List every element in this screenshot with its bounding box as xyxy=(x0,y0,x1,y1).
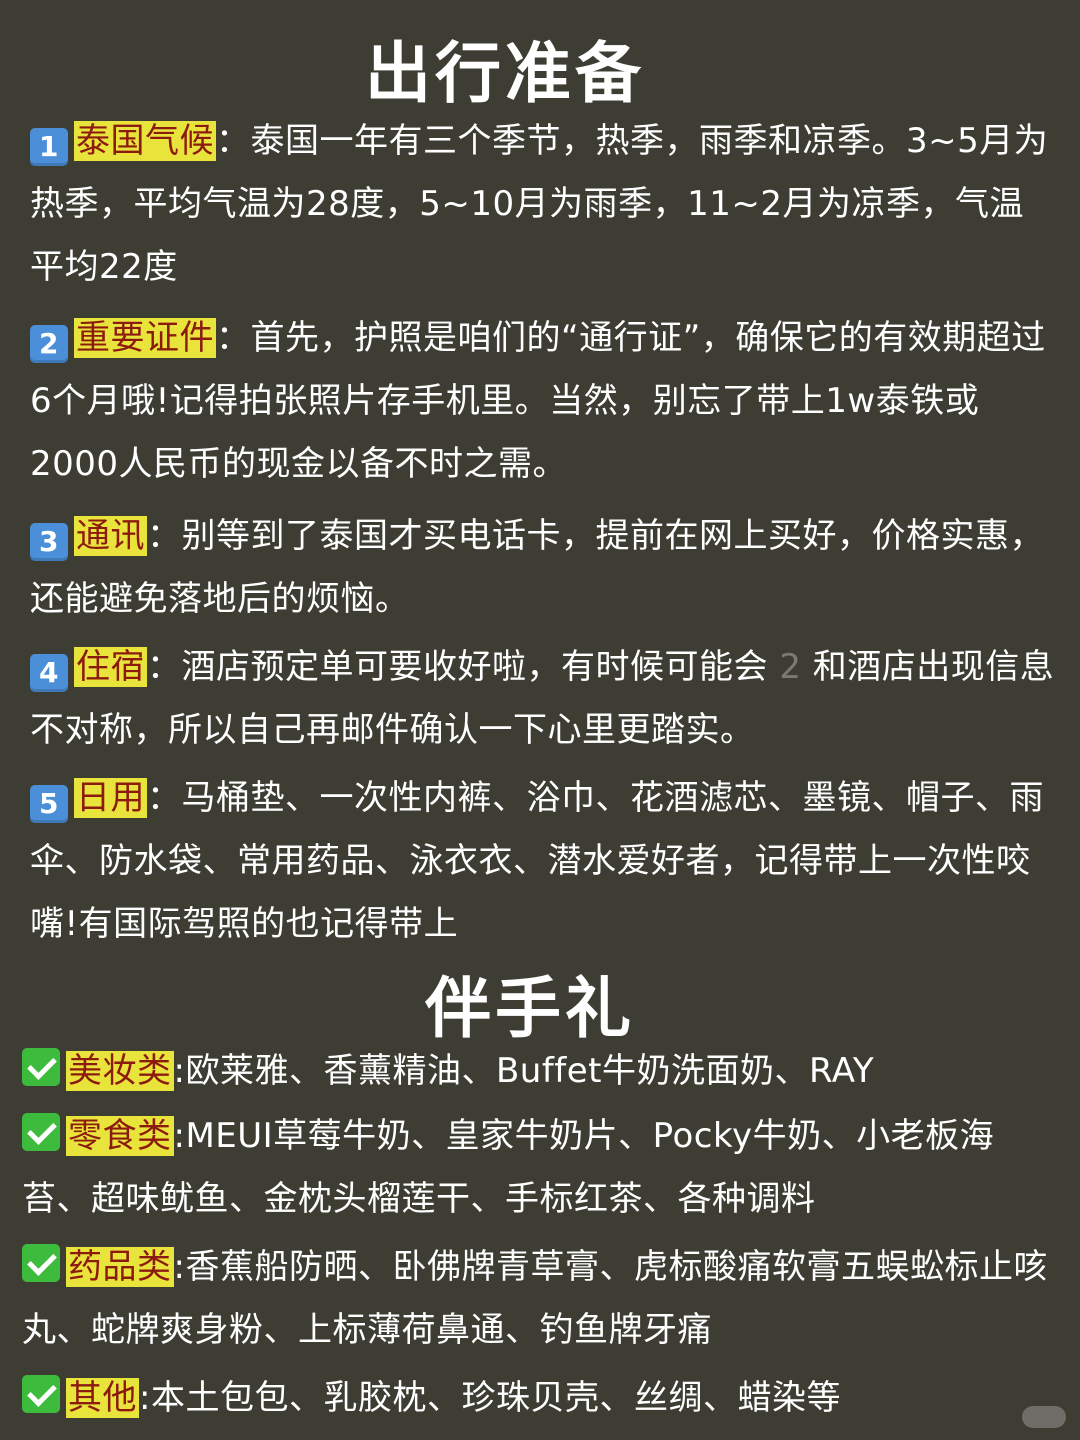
section-climate: 1 泰国气候：泰国一年有三个季节，热季，雨季和凉季。3~5月为热季，平均气温为28… xyxy=(30,110,1055,299)
section-heading: 通讯 xyxy=(74,516,147,556)
section-heading: 泰国气候 xyxy=(74,121,216,161)
gift-text: :欧莱雅、香薰精油、Buffet牛奶洗面奶、RAY xyxy=(173,1051,875,1091)
gift-text: :香蕉船防晒、卧佛牌青草膏、虎标酸痛软膏五蜈蚣标止咳丸、蛇牌爽身粉、上标薄荷鼻通… xyxy=(22,1247,1048,1350)
gift-heading: 美妆类 xyxy=(66,1051,174,1091)
section-daily-items: 5 日用：马桶垫、一次性内裤、浴巾、花酒滤芯、墨镜、帽子、雨伞、防水袋、常用药品、… xyxy=(30,767,1055,956)
check-icon xyxy=(22,1113,60,1151)
colon: ： xyxy=(147,516,182,556)
number-badge-4: 4 xyxy=(30,654,68,692)
gift-text: :本土包包、乳胶枕、珍珠贝壳、丝绸、蜡染等 xyxy=(139,1378,841,1418)
gift-title: 伴手礼 xyxy=(425,970,635,1047)
section-text: 酒店预定单可要收好啦，有时候可能会 xyxy=(181,647,768,687)
section-communication: 3 通讯：别等到了泰国才买电话卡，提前在网上买好，价格实惠，还能避免落地后的烦恼。 xyxy=(30,505,1055,631)
gift-heading: 零食类 xyxy=(66,1116,174,1156)
number-badge-1: 1 xyxy=(30,128,68,166)
gift-medicine: 药品类:香蕉船防晒、卧佛牌青草膏、虎标酸痛软膏五蜈蚣标止咳丸、蛇牌爽身粉、上标薄… xyxy=(22,1236,1057,1362)
faint-mark: 2 xyxy=(779,647,802,687)
section-documents: 2 重要证件：首先，护照是咱们的“通行证”，确保它的有效期超过6个月哦!记得拍张照… xyxy=(30,307,1055,496)
check-icon xyxy=(22,1244,60,1282)
section-heading: 重要证件 xyxy=(74,318,216,358)
page-title: 出行准备 xyxy=(365,35,645,112)
gift-cosmetics: 美妆类:欧莱雅、香薰精油、Buffet牛奶洗面奶、RAY xyxy=(22,1040,1057,1103)
check-icon xyxy=(22,1048,60,1086)
number-badge-2: 2 xyxy=(30,325,68,363)
section-lodging: 4 住宿：酒店预定单可要收好啦，有时候可能会 2 和酒店出现信息不对称，所以自己再… xyxy=(30,636,1055,762)
number-badge-3: 3 xyxy=(30,523,68,561)
colon: ： xyxy=(216,318,251,358)
number-badge-5: 5 xyxy=(30,785,68,823)
section-heading: 住宿 xyxy=(74,647,147,687)
colon: ： xyxy=(216,121,251,161)
section-heading: 日用 xyxy=(74,778,147,818)
colon: ： xyxy=(147,647,182,687)
watermark-logo xyxy=(1022,1406,1066,1428)
section-text: 马桶垫、一次性内裤、浴巾、花酒滤芯、墨镜、帽子、雨伞、防水袋、常用药品、泳衣衣、… xyxy=(30,778,1044,944)
gift-heading: 其他 xyxy=(66,1378,139,1418)
gift-others: 其他:本土包包、乳胶枕、珍珠贝壳、丝绸、蜡染等 xyxy=(22,1367,1057,1430)
section-text: 别等到了泰国才买电话卡，提前在网上买好，价格实惠，还能避免落地后的烦恼。 xyxy=(30,516,1044,619)
gift-heading: 药品类 xyxy=(66,1247,174,1287)
colon: ： xyxy=(147,778,182,818)
gift-snacks: 零食类:MEUI草莓牛奶、皇家牛奶片、Pocky牛奶、小老板海苔、超味鱿鱼、金枕… xyxy=(22,1105,1057,1231)
check-icon xyxy=(22,1375,60,1413)
